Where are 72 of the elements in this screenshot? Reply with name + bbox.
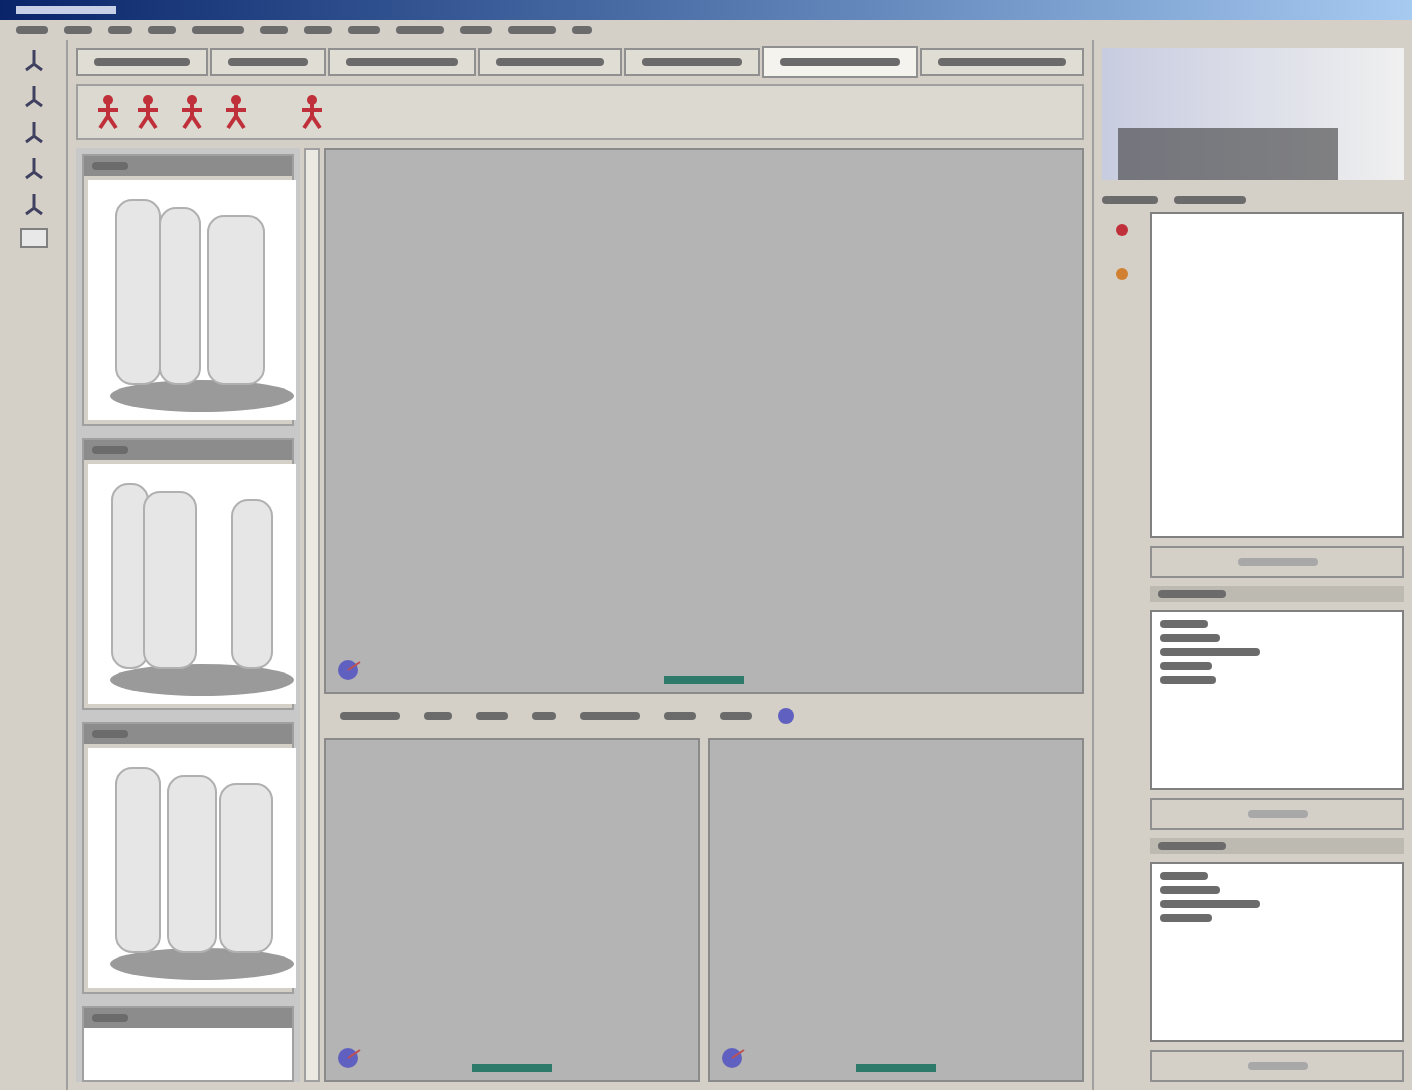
axis-gizmo-icon [718, 1044, 746, 1072]
tab[interactable] [478, 48, 622, 76]
blurred-label [1102, 196, 1158, 204]
blurred-label [192, 26, 244, 34]
blurred-label [642, 58, 742, 66]
axis-gizmo-icon [334, 1044, 362, 1072]
blurred-label [1160, 648, 1260, 656]
blurred-label [508, 26, 556, 34]
blurred-label [346, 58, 458, 66]
list-box[interactable] [1150, 862, 1404, 1042]
view-label [472, 1064, 552, 1072]
blurred-label [580, 712, 640, 720]
blurred-label [1247, 810, 1307, 818]
blurred-label [92, 162, 128, 170]
blurred-label [496, 58, 604, 66]
blurred-label [304, 26, 332, 34]
tab[interactable] [76, 48, 208, 76]
tab[interactable] [624, 48, 760, 76]
tool-icon[interactable] [21, 84, 45, 108]
blurred-label [228, 58, 308, 66]
blurred-label [1160, 634, 1220, 642]
list-box[interactable] [1150, 212, 1404, 538]
blurred-label [1158, 590, 1226, 598]
view-label [856, 1064, 936, 1072]
blurred-label [1160, 872, 1208, 880]
blurred-label [1160, 620, 1208, 628]
blurred-label [1160, 900, 1260, 908]
tab[interactable] [920, 48, 1084, 76]
tab[interactable] [328, 48, 476, 76]
blurred-label [664, 712, 696, 720]
blurred-label [340, 712, 400, 720]
blurred-label [92, 730, 128, 738]
blurred-label [148, 26, 176, 34]
blurred-label [1160, 676, 1216, 684]
blurred-label [396, 26, 444, 34]
blurred-label [1237, 558, 1317, 566]
blurred-label [460, 26, 492, 34]
tab[interactable] [210, 48, 326, 76]
blurred-label [572, 26, 592, 34]
view-label [664, 676, 744, 684]
tool-icon[interactable] [21, 156, 45, 180]
blurred-label [424, 712, 452, 720]
tool-icon[interactable] [21, 192, 45, 216]
tool-icon[interactable] [21, 48, 45, 72]
tool-button[interactable] [19, 228, 47, 248]
blurred-label [94, 58, 190, 66]
blurred-label [260, 26, 288, 34]
list-box[interactable] [1150, 610, 1404, 790]
blurred-label [1158, 842, 1226, 850]
blurred-label [1160, 886, 1220, 894]
blurred-label [64, 26, 92, 34]
blurred-label [1247, 1062, 1307, 1070]
axis-gizmo-icon [334, 656, 362, 684]
blurred-label [92, 1014, 128, 1022]
blurred-label [92, 446, 128, 454]
blurred-label [16, 26, 48, 34]
blurred-label [476, 712, 508, 720]
gizmo-icon[interactable] [776, 706, 796, 726]
blurred-label [1160, 914, 1212, 922]
tab[interactable] [762, 46, 918, 78]
blurred-label [108, 26, 132, 34]
blurred-label [938, 58, 1066, 66]
blurred-label [780, 58, 900, 66]
blurred-label [348, 26, 380, 34]
blurred-label [720, 712, 752, 720]
thumbnail-card[interactable] [82, 1006, 294, 1082]
blurred-label [1174, 196, 1246, 204]
blurred-label [1160, 662, 1212, 670]
panel-button[interactable] [1150, 546, 1404, 578]
tool-icon[interactable] [21, 120, 45, 144]
blurred-label [532, 712, 556, 720]
scrollbar[interactable] [304, 148, 320, 1082]
